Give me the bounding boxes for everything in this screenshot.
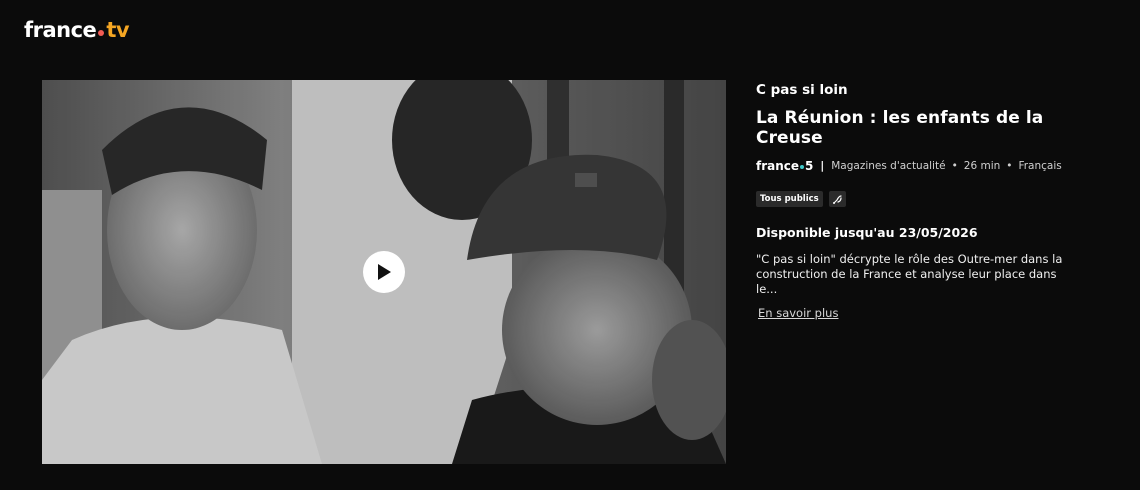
rating-badge: Tous publics (756, 191, 823, 207)
more-info-link[interactable]: En savoir plus (758, 306, 838, 320)
meta-separator: | (820, 160, 825, 172)
language-label: Français (1018, 160, 1062, 172)
video-player[interactable] (42, 80, 726, 464)
logo-text-tv: tv (106, 18, 130, 42)
genre-label: Magazines d'actualité (831, 160, 946, 172)
logo-dot-icon (98, 30, 105, 36)
france-tv-logo[interactable]: france tv (24, 18, 130, 42)
duration-label: 26 min (963, 160, 1001, 172)
audio-description-icon (828, 191, 846, 207)
meta-bullet: • (951, 160, 958, 172)
program-info: C pas si loin La Réunion : les enfants d… (756, 80, 1116, 321)
availability-date: Disponible jusqu'au 23/05/2026 (756, 225, 978, 240)
episode-title: La Réunion : les enfants de la Creuse (756, 108, 1044, 148)
show-title[interactable]: C pas si loin (756, 82, 1116, 98)
badges-row: Tous publics (756, 191, 1116, 207)
play-button[interactable] (363, 251, 405, 293)
logo-text-france: france (24, 18, 97, 42)
meta-bullet: • (1006, 160, 1013, 172)
program-description: "C pas si loin" décrypte le rôle des Out… (756, 252, 1063, 296)
channel-dot-icon (800, 165, 805, 169)
channel-name: france (756, 159, 800, 173)
channel-number: 5 (805, 159, 814, 173)
play-icon (378, 264, 391, 280)
channel-logo[interactable]: france 5 (756, 159, 813, 173)
program-meta: france 5 | Magazines d'actualité • 26 min… (756, 159, 1116, 173)
